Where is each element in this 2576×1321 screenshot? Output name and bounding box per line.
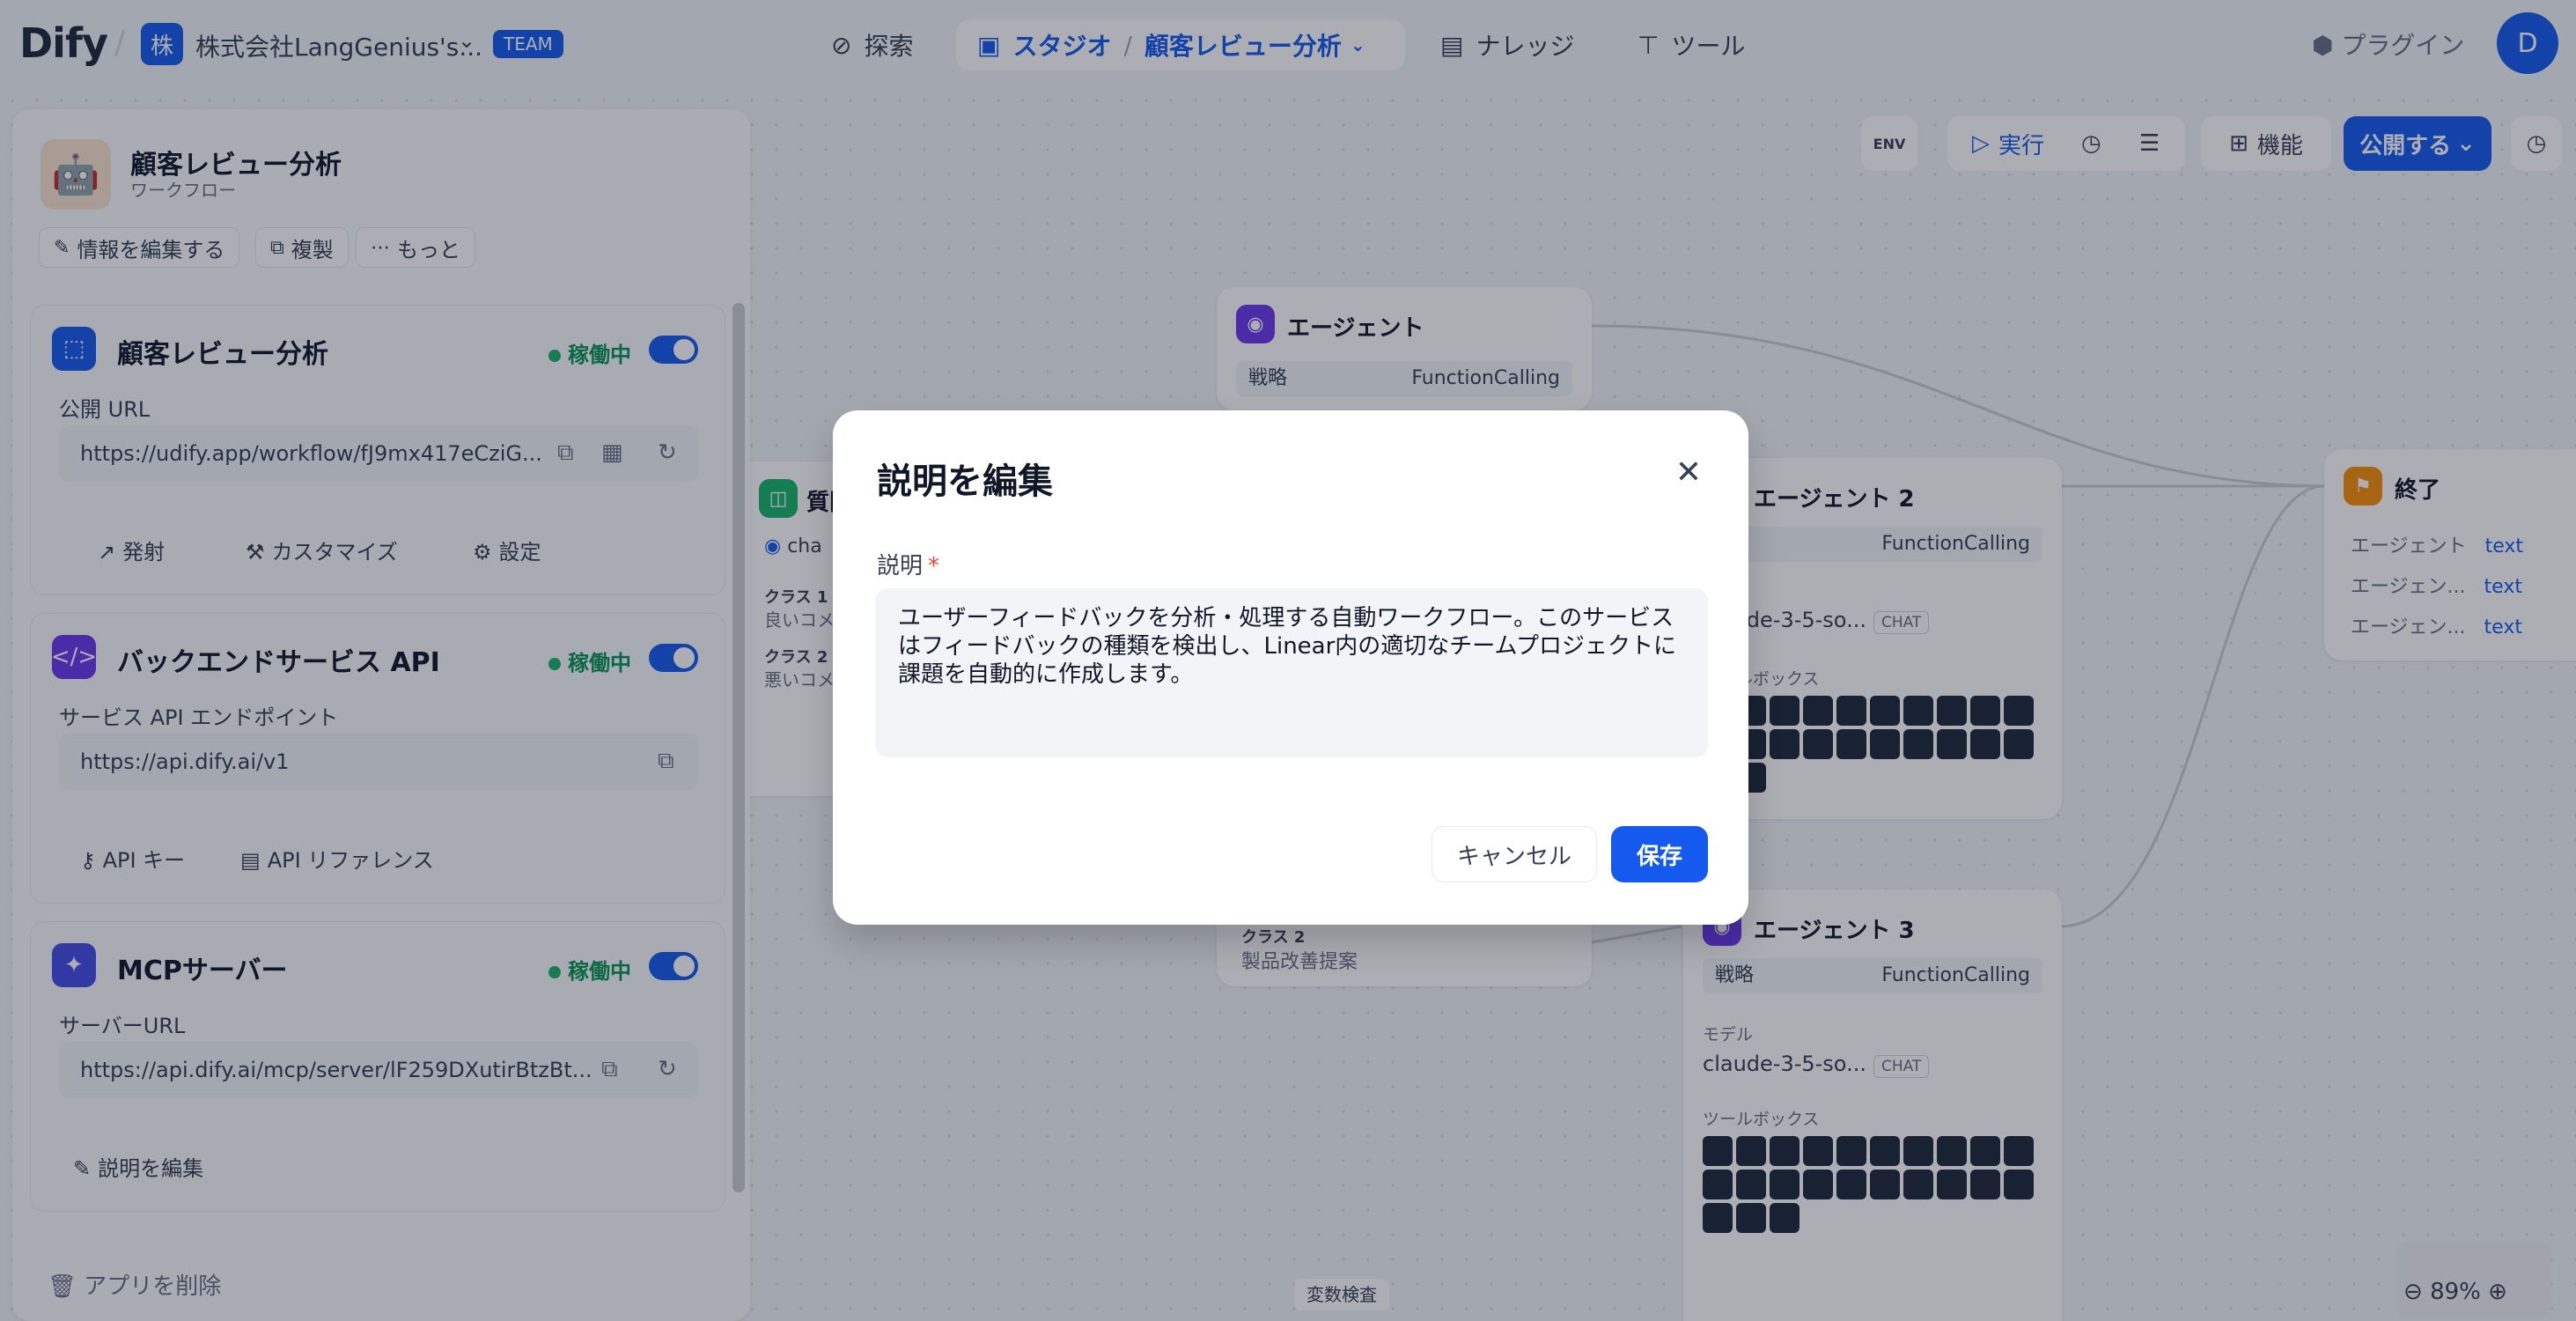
- required-mark: *: [928, 553, 940, 579]
- description-textarea[interactable]: ユーザーフィードバックを分析・処理する自動ワークフロー。このサービスはフィードバ…: [875, 588, 1708, 757]
- edit-description-dialog: 説明を編集 ✕ 説明 * ユーザーフィードバックを分析・処理する自動ワークフロー。…: [833, 410, 1748, 925]
- dialog-title: 説明を編集: [877, 461, 1053, 502]
- description-label: 説明 *: [877, 548, 939, 580]
- cancel-button[interactable]: キャンセル: [1432, 826, 1597, 882]
- save-button[interactable]: 保存: [1611, 826, 1708, 882]
- close-icon[interactable]: ✕: [1669, 453, 1708, 491]
- description-label-text: 説明: [877, 553, 924, 579]
